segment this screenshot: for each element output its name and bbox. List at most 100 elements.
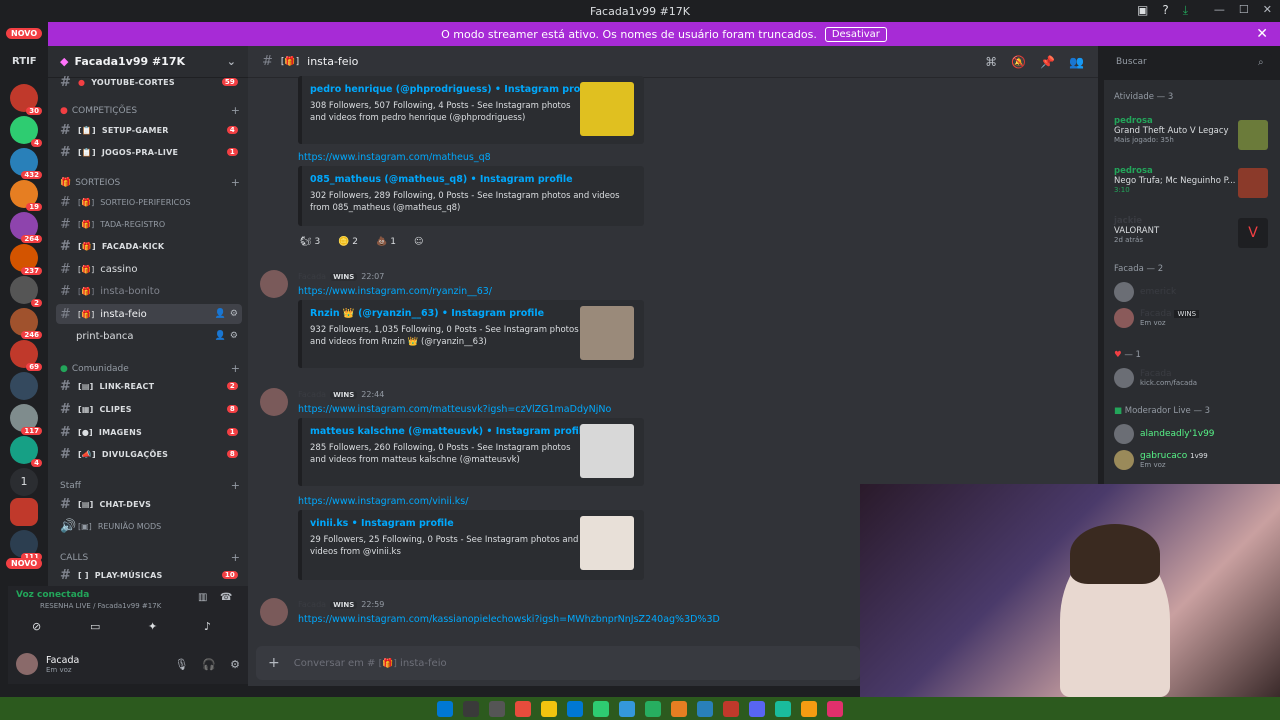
app-icon[interactable] — [697, 700, 713, 717]
pin-icon[interactable]: 📌 — [1040, 55, 1055, 69]
member-item[interactable]: gabrucaco 1v99 Em voz — [1114, 450, 1208, 470]
settings-gear-icon[interactable]: ⚙ — [230, 658, 240, 671]
avatar[interactable] — [260, 270, 288, 298]
activity-card[interactable]: pedrosa Nego Trufa; Mc Neguinho P... 3:1… — [1114, 166, 1236, 194]
add-member-icon[interactable]: 👤 — [215, 309, 226, 319]
server-icon[interactable]: 1 — [10, 468, 38, 496]
channel-reuniao-mods[interactable]: 🔊 [▣] REUNIÃO MODS — [56, 516, 242, 536]
channel-insta-feio[interactable]: # [🎁] insta-feio 👤 ⚙ — [56, 304, 242, 324]
server-icon[interactable]: 2 — [10, 276, 42, 307]
screen-share-icon[interactable]: ▭ — [90, 620, 100, 633]
avatar[interactable] — [260, 598, 288, 626]
embed-title[interactable]: 085_matheus (@matheus_q8) • Instagram pr… — [310, 174, 573, 185]
server-icon[interactable]: 111 — [10, 530, 42, 561]
embed-title[interactable]: pedro henrique (@phprodriguess) • Instag… — [310, 84, 597, 95]
close-window-icon[interactable]: ✕ — [1263, 3, 1272, 16]
folder-icon[interactable] — [541, 700, 557, 717]
embed-thumbnail[interactable] — [580, 424, 634, 478]
app-icon[interactable] — [515, 700, 531, 717]
add-attachment-icon[interactable]: + — [268, 655, 280, 671]
member-item[interactable]: Facada kick.com/facada — [1114, 368, 1197, 388]
channel-play-musicas[interactable]: #[ ] PLAY-MÚSICAS 10 — [56, 565, 242, 585]
disable-streamer-button[interactable]: Desativar — [824, 26, 887, 42]
server-icon[interactable]: 432 — [10, 148, 42, 179]
activity-card[interactable]: jackie VALORANT 2d atrás — [1114, 216, 1159, 244]
member-item[interactable]: alandeadly'1v99 — [1114, 424, 1215, 444]
server-icon[interactable]: 264 — [10, 212, 42, 243]
embed-thumbnail[interactable] — [580, 82, 634, 136]
discord-icon[interactable] — [749, 700, 765, 717]
message-link[interactable]: https://www.instagram.com/kassianopielec… — [298, 614, 720, 625]
add-member-icon[interactable]: 👤 — [215, 331, 226, 341]
category-comunidade[interactable]: ● Comunidade + — [60, 362, 240, 375]
download-icon[interactable]: ⤓ — [1183, 3, 1188, 18]
channel-jogos-pra-live[interactable]: # [📋] JOGOS-PRA-LIVE 1 — [56, 142, 242, 162]
server-icon[interactable]: 117 — [10, 404, 42, 435]
message-author[interactable]: Facada — [298, 272, 326, 281]
reaction[interactable]: 🪙 2 — [338, 234, 358, 250]
avatar[interactable] — [16, 653, 38, 675]
headphones-icon[interactable]: 🎧 — [202, 658, 216, 671]
start-icon[interactable] — [437, 700, 453, 717]
server-icon[interactable]: 30 — [10, 84, 42, 115]
taskview-icon[interactable] — [489, 700, 505, 717]
app-icon[interactable] — [801, 700, 817, 717]
voice-channel[interactable]: RESENHA LIVE / Facada1v99 #17K — [40, 602, 161, 610]
members-icon[interactable]: 👥 — [1069, 55, 1084, 69]
maximize-icon[interactable]: ☐ — [1239, 3, 1249, 16]
channel-link-react[interactable]: # [▤] LINK-REACT 2 — [56, 376, 242, 396]
embed-title[interactable]: Rnzin 👑 (@ryanzin__63) • Instagram profi… — [310, 308, 544, 319]
channel-divulgacoes[interactable]: # [📣] DIVULGAÇÕES 8 — [56, 444, 242, 464]
close-banner-icon[interactable]: ✕ — [1256, 26, 1268, 42]
activity-card[interactable]: pedrosa Grand Theft Auto V Legacy Mais j… — [1114, 116, 1229, 144]
gear-icon[interactable]: ⚙ — [230, 331, 238, 341]
channel-imagens[interactable]: # [●] IMAGENS 1 — [56, 422, 242, 442]
channel-insta-bonito[interactable]: # [🎁] insta-bonito — [56, 281, 242, 301]
threads-icon[interactable]: ⌘ — [985, 55, 997, 69]
category-staff[interactable]: Staff + — [60, 479, 240, 492]
add-reaction-icon[interactable]: ☺ — [414, 234, 423, 250]
app-icon[interactable] — [645, 700, 661, 717]
message-author[interactable]: Facada — [298, 390, 326, 399]
camera-off-icon[interactable]: ⊘ — [32, 620, 41, 633]
search-input[interactable]: Buscar — [1110, 54, 1272, 72]
message-link[interactable]: https://www.instagram.com/matheus_q8 — [298, 152, 491, 163]
server-rtif[interactable]: RTIF — [12, 56, 37, 67]
chrome-icon[interactable] — [671, 700, 687, 717]
channel-youtube-cortes[interactable]: # ● YOUTUBE-CORTES 59 — [56, 72, 242, 92]
message-link[interactable]: https://www.instagram.com/vinii.ks/ — [298, 496, 468, 507]
chevron-down-icon[interactable]: ⌄ — [227, 55, 236, 68]
gear-icon[interactable]: ⚙ — [230, 309, 238, 319]
server-icon[interactable]: 69 — [10, 340, 42, 371]
app-icon[interactable] — [619, 700, 635, 717]
server-icon[interactable]: 19 — [10, 180, 42, 211]
edge-icon[interactable] — [567, 700, 583, 717]
category-competicoes[interactable]: ● COMPETIÇÕES + — [60, 104, 240, 117]
embed-title[interactable]: matteus kalschne (@matteusvk) • Instagra… — [310, 426, 589, 437]
embed-thumbnail[interactable] — [580, 306, 634, 360]
channel-facada-kick[interactable]: # [🎁] FACADA-KICK — [56, 236, 242, 256]
avatar[interactable] — [260, 388, 288, 416]
server-icon[interactable]: 237 — [10, 244, 42, 275]
message-link[interactable]: https://www.instagram.com/ryanzin__63/ — [298, 286, 492, 297]
category-sorteios[interactable]: 🎁 SORTEIOS + — [60, 176, 240, 189]
server-icon[interactable]: 246 — [10, 308, 42, 339]
inbox-icon[interactable]: ▣ — [1137, 3, 1148, 18]
channel-tada-registro[interactable]: # [🎁] TADA-REGISTRO — [56, 214, 242, 234]
message-author[interactable]: Facada — [298, 600, 326, 609]
app-icon[interactable] — [775, 700, 791, 717]
message-composer[interactable]: + Conversar em # [🎁] insta-feio — [256, 646, 860, 680]
server-icon[interactable]: 4 — [10, 436, 42, 467]
channel-cassino[interactable]: # [🎁] cassino — [56, 259, 242, 279]
channel-sorteio-perifericos[interactable]: # [🎁] SORTEIO-PERIFERICOS — [56, 192, 242, 212]
member-item[interactable]: emerick — [1114, 282, 1176, 302]
message-link[interactable]: https://www.instagram.com/matteusvk?igsh… — [298, 404, 611, 415]
notification-icon[interactable]: 🔕 — [1011, 55, 1026, 69]
channel-setup-gamer[interactable]: # [📋] SETUP-GAMER 4 — [56, 120, 242, 140]
reaction[interactable]: 💩 1 — [376, 234, 396, 250]
activities-icon[interactable]: ✦ — [148, 620, 157, 633]
server-icon[interactable] — [10, 372, 38, 400]
channel-clipes[interactable]: # [▦] CLIPES 8 — [56, 399, 242, 419]
embed-title[interactable]: vinii.ks • Instagram profile — [310, 518, 454, 529]
server-icon[interactable] — [10, 498, 38, 526]
